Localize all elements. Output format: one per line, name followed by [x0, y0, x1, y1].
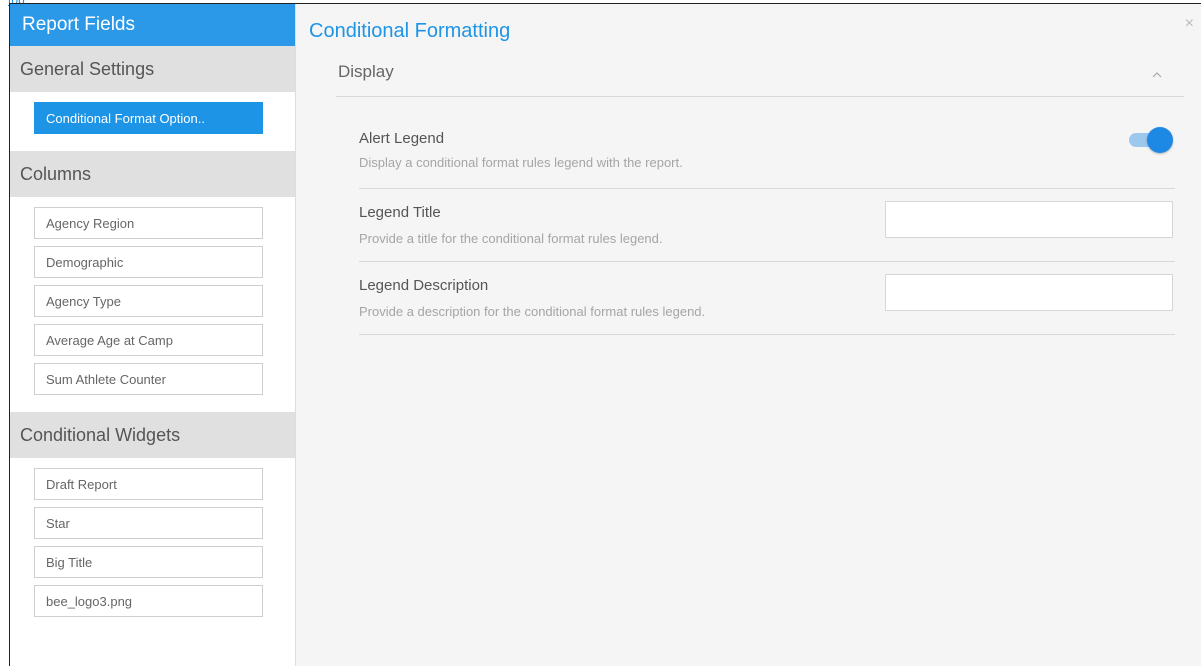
field-star[interactable]: Star: [34, 507, 263, 539]
close-icon[interactable]: ×: [1185, 16, 1194, 32]
field-agency-type[interactable]: Agency Type: [34, 285, 263, 317]
legend-title-input[interactable]: [885, 201, 1173, 238]
field-big-title[interactable]: Big Title: [34, 546, 263, 578]
field-conditional-format-options[interactable]: Conditional Format Option..: [34, 102, 263, 134]
chevron-up-icon[interactable]: [1150, 68, 1164, 82]
legend-title-label: Legend Title: [359, 204, 441, 221]
report-fields-sidebar: Report Fields General Settings Condition…: [10, 4, 296, 666]
display-section-title: Display: [338, 62, 394, 81]
display-section-header[interactable]: Display: [336, 54, 1184, 97]
legend-description-label: Legend Description: [359, 277, 489, 294]
section-header-general-settings: General Settings: [10, 46, 295, 92]
conditional-formatting-panel: Conditional Formatting × Display Alert L…: [297, 4, 1201, 666]
toggle-knob: [1147, 127, 1173, 153]
field-demographic[interactable]: Demographic: [34, 246, 263, 278]
field-bee-logo[interactable]: bee_logo3.png: [34, 585, 263, 617]
display-settings-list: Alert Legend Display a conditional forma…: [359, 114, 1175, 335]
legend-title-description: Provide a title for the conditional form…: [359, 231, 663, 246]
alert-legend-toggle[interactable]: [1127, 127, 1175, 153]
app-frame: Report Fields General Settings Condition…: [9, 3, 1201, 666]
section-general-settings: Conditional Format Option..: [10, 92, 295, 151]
legend-description-description: Provide a description for the conditiona…: [359, 304, 706, 319]
section-columns: Agency Region Demographic Agency Type Av…: [10, 197, 295, 412]
section-conditional-widgets: Draft Report Star Big Title bee_logo3.pn…: [10, 458, 295, 634]
setting-row-legend-title: Legend Title Provide a title for the con…: [359, 189, 1175, 262]
legend-description-input[interactable]: [885, 274, 1173, 311]
alert-legend-label: Alert Legend: [359, 130, 445, 147]
field-draft-report[interactable]: Draft Report: [34, 468, 263, 500]
section-header-conditional-widgets: Conditional Widgets: [10, 412, 295, 458]
field-average-age-at-camp[interactable]: Average Age at Camp: [34, 324, 263, 356]
page-title: Conditional Formatting: [309, 20, 511, 42]
setting-row-legend-description: Legend Description Provide a description…: [359, 262, 1175, 335]
field-agency-region[interactable]: Agency Region: [34, 207, 263, 239]
alert-legend-description: Display a conditional format rules legen…: [359, 155, 683, 170]
setting-row-alert-legend: Alert Legend Display a conditional forma…: [359, 114, 1175, 189]
sidebar-title: Report Fields: [10, 4, 295, 46]
section-header-columns: Columns: [10, 151, 295, 197]
field-sum-athlete-counter[interactable]: Sum Athlete Counter: [34, 363, 263, 395]
